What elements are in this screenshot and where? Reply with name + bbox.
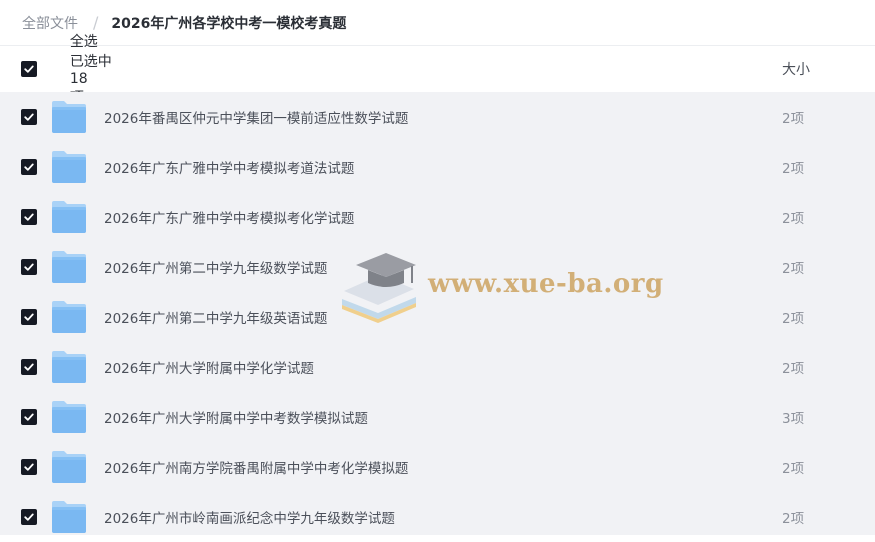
file-name[interactable]: 2026年广东广雅中学中考模拟考化学试题 [104, 207, 354, 227]
row-checkbox[interactable] [21, 309, 37, 325]
selected-prefix: 已选中 [69, 54, 112, 70]
select-all-label[interactable]: 全选 [70, 34, 98, 50]
file-name[interactable]: 2026年广东广雅中学中考模拟考道法试题 [104, 157, 354, 177]
folder-icon[interactable] [51, 350, 87, 384]
breadcrumb: 全部文件 / 2026年广州各学校中考一模校考真题 [0, 0, 875, 46]
file-list: 2026年番禺区仲元中学集团一模前适应性数学试题 2项 2026年广东广雅中学中… [0, 92, 875, 535]
folder-icon[interactable] [51, 200, 87, 234]
file-name[interactable]: 2026年广州第二中学九年级数学试题 [104, 257, 327, 277]
check-icon [24, 363, 34, 371]
row-checkbox[interactable] [21, 409, 37, 425]
file-size: 2项 [782, 261, 805, 277]
size-column-header[interactable]: 大小 [782, 59, 810, 79]
check-icon [24, 313, 34, 321]
row-checkbox[interactable] [21, 259, 37, 275]
file-name[interactable]: 2026年广州市岭南画派纪念中学九年级数学试题 [104, 507, 395, 527]
file-row[interactable]: 2026年广州第二中学九年级数学试题 2项 [0, 242, 875, 292]
file-name[interactable]: 2026年番禺区仲元中学集团一模前适应性数学试题 [104, 107, 408, 127]
row-checkbox[interactable] [21, 159, 37, 175]
file-size: 2项 [782, 311, 805, 327]
file-size: 2项 [782, 211, 805, 227]
folder-icon[interactable] [51, 500, 87, 534]
check-icon [24, 513, 34, 521]
file-name[interactable]: 2026年广州第二中学九年级英语试题 [104, 307, 327, 327]
file-row[interactable]: 2026年广州大学附属中学中考数学模拟试题 3项 [0, 392, 875, 442]
file-row[interactable]: 2026年广东广雅中学中考模拟考化学试题 2项 [0, 192, 875, 242]
check-icon [24, 65, 34, 73]
file-row[interactable]: 2026年广州第二中学九年级英语试题 2项 [0, 292, 875, 342]
row-checkbox[interactable] [21, 359, 37, 375]
file-row[interactable]: 2026年广州南方学院番禺附属中学中考化学模拟题 2项 [0, 442, 875, 492]
list-header: 全选 已选中 18 项 大小 [0, 34, 875, 106]
check-icon [24, 413, 34, 421]
check-icon [24, 213, 34, 221]
file-row[interactable]: 2026年广州大学附属中学化学试题 2项 [0, 342, 875, 392]
check-icon [24, 263, 34, 271]
folder-icon[interactable] [51, 400, 87, 434]
file-name[interactable]: 2026年广州南方学院番禺附属中学中考化学模拟题 [104, 457, 408, 477]
file-size: 3项 [782, 411, 805, 427]
select-all-checkbox[interactable] [21, 61, 37, 77]
folder-icon[interactable] [51, 100, 87, 134]
folder-icon[interactable] [51, 250, 87, 284]
folder-icon[interactable] [51, 300, 87, 334]
file-name[interactable]: 2026年广州大学附属中学中考数学模拟试题 [104, 407, 368, 427]
folder-icon[interactable] [51, 150, 87, 184]
file-row[interactable]: 2026年广东广雅中学中考模拟考道法试题 2项 [0, 142, 875, 192]
check-icon [24, 463, 34, 471]
file-size: 2项 [782, 111, 805, 127]
row-checkbox[interactable] [21, 459, 37, 475]
file-size: 2项 [782, 161, 805, 177]
file-row[interactable]: 2026年番禺区仲元中学集团一模前适应性数学试题 2项 [0, 92, 875, 142]
check-icon [24, 163, 34, 171]
selected-count: 18 [69, 71, 88, 87]
row-checkbox[interactable] [21, 209, 37, 225]
file-size: 2项 [782, 511, 805, 527]
row-checkbox[interactable] [21, 109, 37, 125]
file-size: 2项 [782, 461, 805, 477]
file-name[interactable]: 2026年广州大学附属中学化学试题 [104, 357, 314, 377]
row-checkbox[interactable] [21, 509, 37, 525]
breadcrumb-current: 2026年广州各学校中考一模校考真题 [111, 15, 347, 32]
check-icon [24, 113, 34, 121]
folder-icon[interactable] [51, 450, 87, 484]
file-size: 2项 [782, 361, 805, 377]
